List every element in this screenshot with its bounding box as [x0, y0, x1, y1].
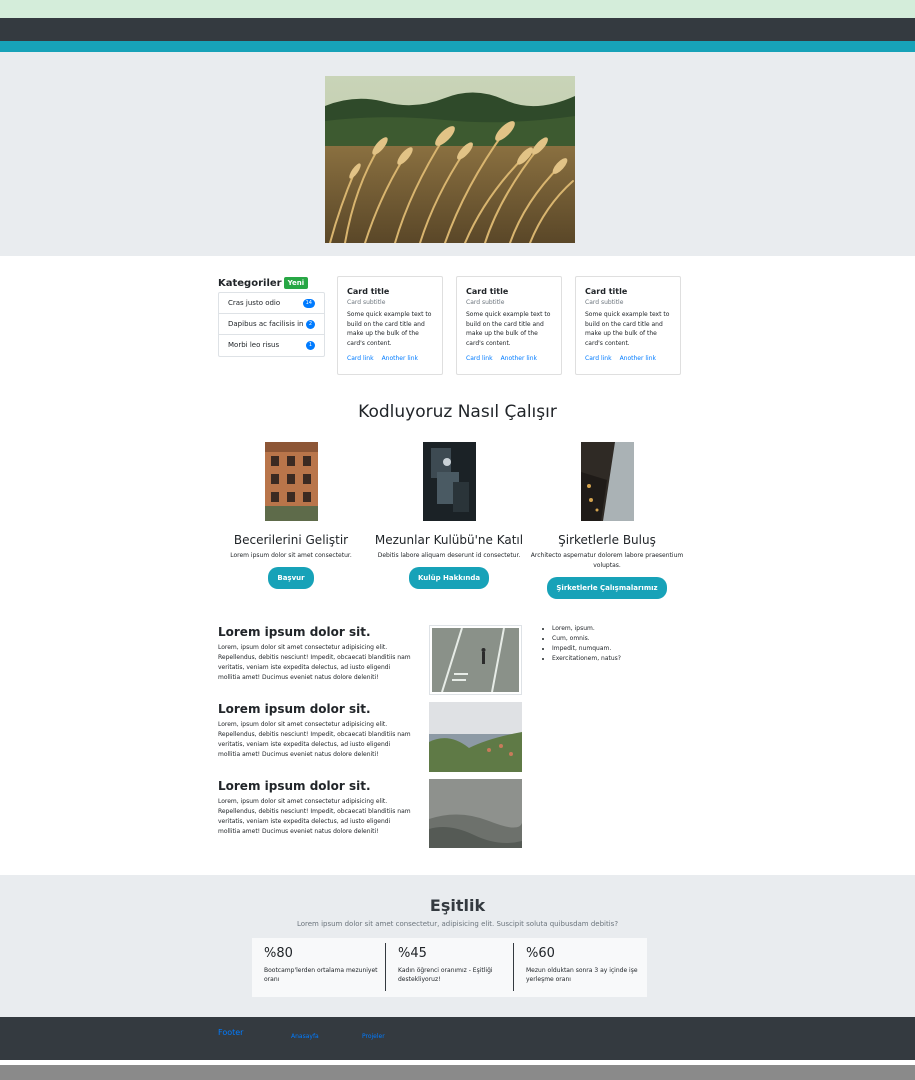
card-3: Card title Card subtitle Some quick exam… — [575, 276, 681, 375]
navbar — [0, 18, 915, 41]
feature-text: Debitis labore aliquam deserunt id conse… — [377, 552, 521, 559]
phone-booth-image — [422, 442, 476, 521]
stat-graduation: %80 Bootcamp'lerden ortalama mezuniyet o… — [252, 943, 380, 991]
card-subtitle: Card subtitle — [347, 299, 386, 306]
footer-title-link[interactable]: Footer — [218, 1028, 243, 1037]
stat-women: %45 Kadın öğrenci oranımız - Eşitliği de… — [385, 943, 513, 991]
card-title: Card title — [347, 287, 390, 296]
card-2: Card title Card subtitle Some quick exam… — [456, 276, 562, 375]
list-item[interactable]: Morbi leo risus 1 — [219, 335, 324, 356]
list-item[interactable]: Cras justo odio 14 — [219, 293, 324, 314]
stat-desc: Bootcamp'lerden ortalama mezuniyet oranı — [264, 967, 378, 983]
feature-alumni: Mezunlar Kulübü'ne Katıl Debitis labore … — [359, 442, 539, 589]
bullet-item: Lorem, ipsum. — [552, 624, 621, 634]
apply-button[interactable]: Başvur — [268, 567, 314, 589]
another-link[interactable]: Another link — [501, 355, 537, 362]
bullet-item: Impedit, numquam. — [552, 644, 621, 654]
new-badge: Yeni — [283, 277, 309, 289]
card-subtitle: Card subtitle — [466, 299, 505, 306]
card-link[interactable]: Card link — [347, 355, 374, 362]
feature-title: Becerilerini Geliştir — [233, 533, 349, 547]
companies-work-button[interactable]: Şirketlerle Çalışmalarımız — [547, 577, 667, 599]
stat-value: %80 — [264, 946, 293, 961]
lorem-text: Lorem, ipsum dolor sit amet consectetur … — [218, 644, 411, 681]
stat-desc: Mezun olduktan sonra 3 ay içinde işe yer… — [526, 967, 638, 983]
feature-title: Mezunlar Kulübü'ne Katıl — [374, 533, 524, 547]
hero-section — [0, 52, 915, 256]
card-title: Card title — [466, 287, 509, 296]
list-item[interactable]: Dapibus ac facilisis in 2 — [219, 314, 324, 335]
list-item-label: Cras justo odio — [228, 299, 281, 307]
stat-desc: Kadın öğrenci oranımız - Eşitliği destek… — [398, 967, 493, 983]
list-item-label: Dapibus ac facilisis in — [228, 320, 304, 328]
footer: Footer Anasayfa Projeler — [0, 1017, 915, 1060]
feature-companies: Şirketlerle Buluş Architecto aspernatur … — [517, 442, 697, 599]
card-title: Card title — [585, 287, 628, 296]
feature-text: Lorem ipsum dolor sit amet consectetur. — [230, 552, 352, 559]
stats-box: %80 Bootcamp'lerden ortalama mezuniyet o… — [252, 938, 647, 997]
categories-list: Cras justo odio 14 Dapibus ac facilisis … — [218, 292, 325, 357]
stat-value: %60 — [526, 946, 555, 961]
bullet-list: Lorem, ipsum. Cum, omnis. Impedit, numqu… — [552, 624, 621, 664]
lorem-block-3: Lorem ipsum dolor sit. Lorem, ipsum dolo… — [218, 779, 413, 837]
card-text: Some quick example text to build on the … — [466, 311, 551, 347]
club-about-button[interactable]: Kulüp Hakkında — [408, 567, 490, 589]
equality-title: Eşitlik — [429, 896, 486, 915]
feature-text: Architecto aspernatur dolorem labore pra… — [530, 552, 684, 569]
accent-bar — [0, 41, 915, 52]
building-image — [264, 442, 318, 521]
top-strip — [0, 0, 915, 18]
lorem-block-1: Lorem ipsum dolor sit. Lorem, ipsum dolo… — [218, 625, 413, 683]
hero-wheat-image — [325, 76, 575, 243]
categories-title: Kategoriler — [218, 278, 282, 289]
street-image — [429, 625, 522, 695]
lorem-text: Lorem, ipsum dolor sit amet consectetur … — [218, 721, 411, 758]
card-link[interactable]: Card link — [466, 355, 493, 362]
footer-projects-link[interactable]: Projeler — [362, 1033, 385, 1040]
bullet-item: Exercitationem, natus? — [552, 654, 621, 664]
count-badge: 1 — [305, 341, 315, 350]
stat-employment: %60 Mezun olduktan sonra 3 ay içinde işe… — [513, 943, 641, 991]
card-1: Card title Card subtitle Some quick exam… — [337, 276, 443, 375]
foggy-coast-image — [429, 779, 522, 848]
card-text: Some quick example text to build on the … — [347, 311, 432, 347]
another-link[interactable]: Another link — [620, 355, 656, 362]
categories-heading: Kategoriler Yeni — [218, 277, 309, 289]
card-link[interactable]: Card link — [585, 355, 612, 362]
lorem-title: Lorem ipsum dolor sit. — [218, 625, 371, 639]
lorem-block-2: Lorem ipsum dolor sit. Lorem, ipsum dolo… — [218, 702, 413, 760]
list-item-label: Morbi leo risus — [228, 341, 280, 349]
lorem-title: Lorem ipsum dolor sit. — [218, 779, 371, 793]
card-text: Some quick example text to build on the … — [585, 311, 670, 347]
equality-section: Eşitlik Lorem ipsum dolor sit amet conse… — [0, 875, 915, 1017]
equality-subtitle: Lorem ipsum dolor sit amet consectetur, … — [296, 920, 619, 928]
feature-title: Şirketlerle Buluş — [558, 533, 656, 547]
coast-image — [429, 702, 522, 772]
card-subtitle: Card subtitle — [585, 299, 624, 306]
tower-image — [580, 442, 634, 521]
footer-home-link[interactable]: Anasayfa — [291, 1033, 319, 1040]
lorem-title: Lorem ipsum dolor sit. — [218, 702, 371, 716]
bullet-item: Cum, omnis. — [552, 634, 621, 644]
bottom-bar — [0, 1065, 915, 1080]
count-badge: 14 — [302, 299, 315, 308]
lorem-text: Lorem, ipsum dolor sit amet consectetur … — [218, 798, 411, 835]
another-link[interactable]: Another link — [382, 355, 418, 362]
count-badge: 2 — [305, 320, 315, 329]
stat-value: %45 — [398, 946, 427, 961]
feature-skills: Becerilerini Geliştir Lorem ipsum dolor … — [201, 442, 381, 589]
how-it-works-title: Kodluyoruz Nasıl Çalışır — [358, 402, 557, 422]
